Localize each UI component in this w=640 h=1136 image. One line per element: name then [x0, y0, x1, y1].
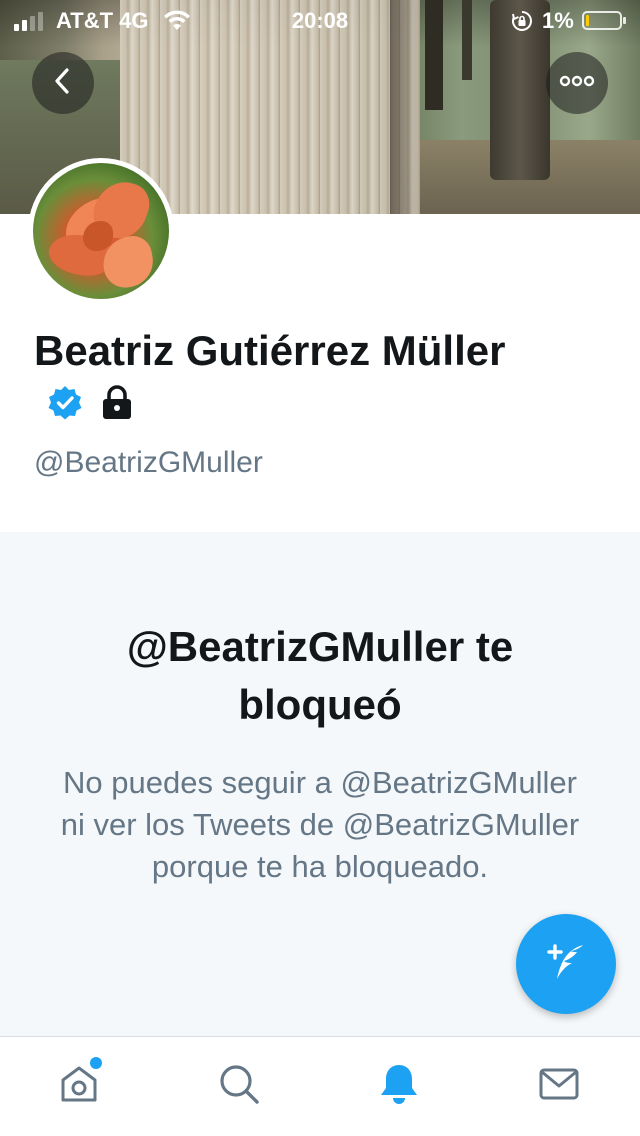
battery-icon	[582, 11, 626, 30]
more-options-button[interactable]	[546, 52, 608, 114]
blocked-title: @BeatrizGMuller te bloqueó	[126, 623, 514, 728]
compose-tweet-button[interactable]	[516, 914, 616, 1014]
tab-notifications[interactable]	[374, 1061, 424, 1111]
bell-icon	[377, 1061, 421, 1112]
status-bar: AT&T 4G 20:08 1%	[0, 0, 640, 40]
tab-bar	[0, 1036, 640, 1136]
more-horizontal-icon	[559, 74, 595, 92]
profile-handle: @BeatrizGMuller	[34, 446, 263, 479]
battery-percent: 1%	[542, 8, 574, 33]
tab-messages[interactable]	[534, 1061, 584, 1111]
avatar[interactable]	[28, 158, 174, 304]
profile-name-text: Beatriz Gutiérrez Müller	[34, 327, 506, 374]
profile-name: Beatriz Gutiérrez Müller	[34, 322, 554, 441]
mail-icon	[537, 1062, 581, 1111]
home-notification-dot	[90, 1057, 102, 1069]
rotation-lock-icon	[510, 9, 534, 39]
lock-icon	[98, 379, 136, 437]
tab-search[interactable]	[214, 1061, 264, 1111]
search-icon	[217, 1062, 261, 1111]
chevron-left-icon	[50, 66, 76, 101]
avatar-image	[33, 163, 169, 299]
back-button[interactable]	[32, 52, 94, 114]
blocked-description: No puedes seguir a @BeatrizGMuller ni ve…	[60, 765, 580, 884]
compose-tweet-icon	[539, 935, 593, 994]
verified-badge-icon	[46, 379, 84, 437]
